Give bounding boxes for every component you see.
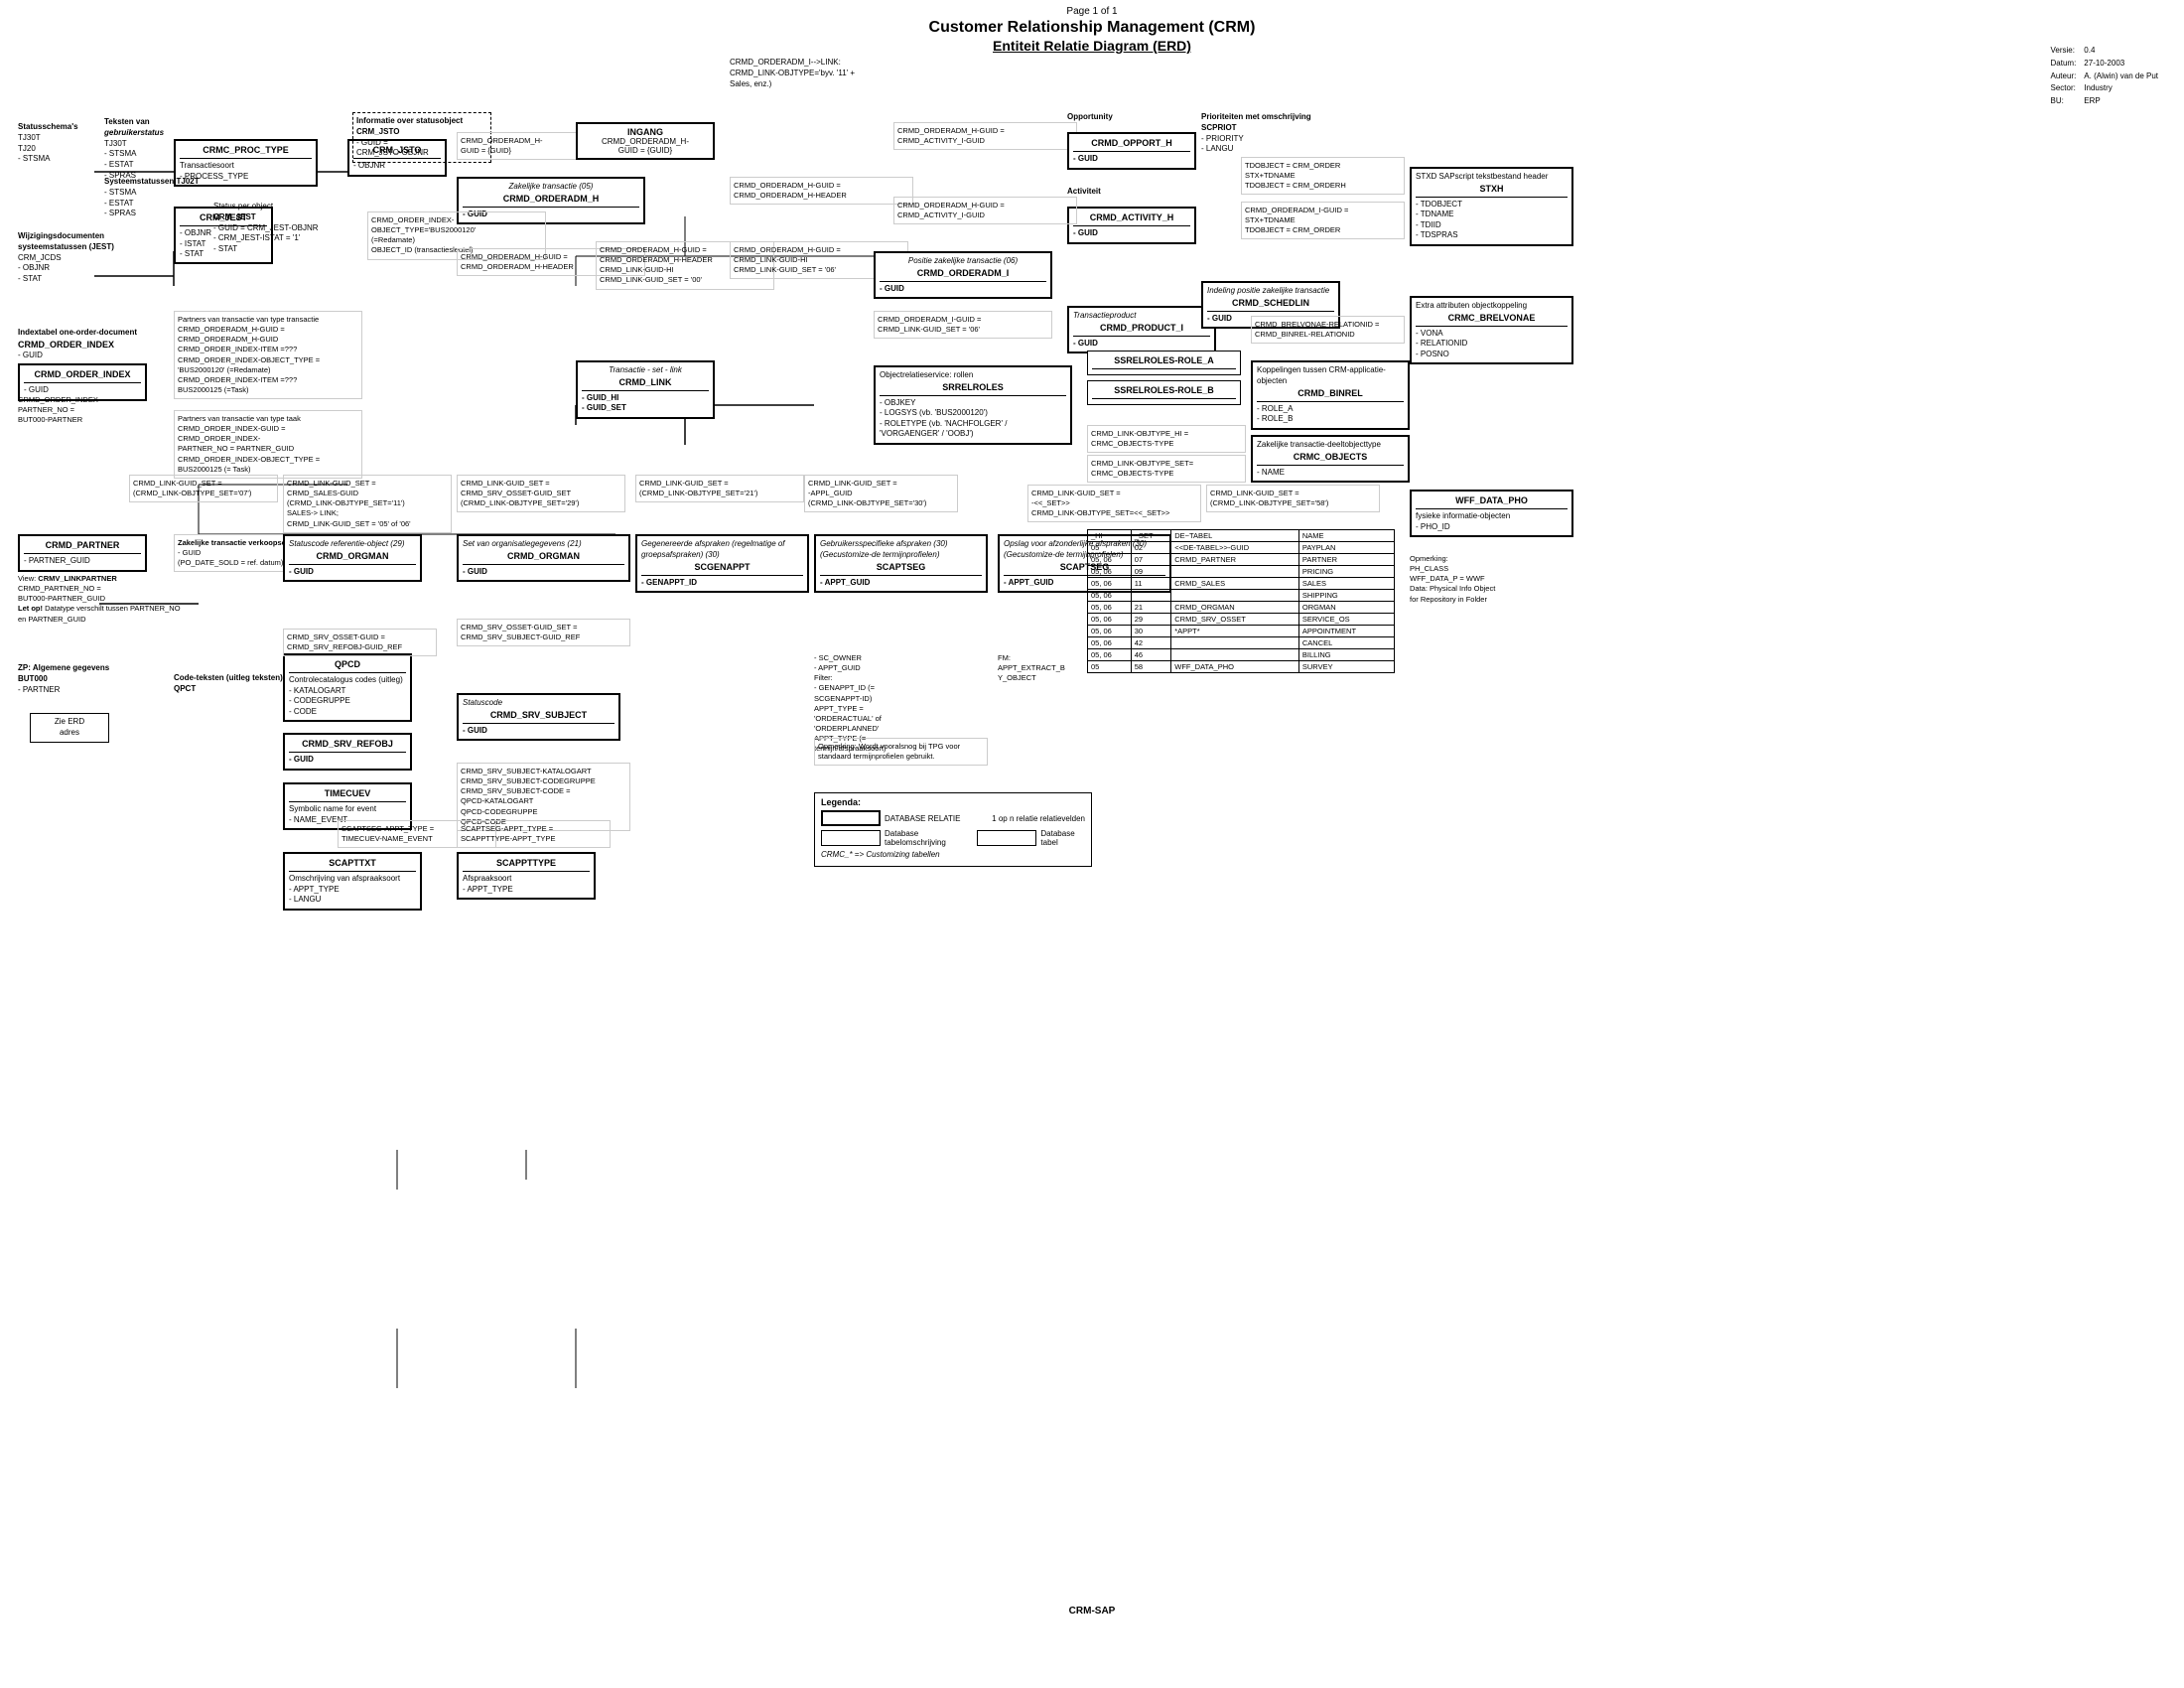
partners-transactie-note1: Partners van transactie van type transac…	[174, 311, 362, 399]
crmd-order-index-note: CRMD_ORDER_INDEX-PARTNER_NO =BUT000-PART…	[18, 395, 192, 425]
crmd-opport-h-box: CRMD_OPPORT_H - GUID	[1067, 132, 1196, 170]
crmd-link-objtype-hi: CRMD_LINK-OBJTYPE_HI =CRMC_OBJECTS-TYPE	[1087, 425, 1246, 453]
crmd-srv-osset-note2: CRMD_SRV_OSSET-GUID_SET =CRMD_SRV_SUBJEC…	[457, 619, 630, 646]
statuscode-refobj: Statuscode referentie-object (29) CRMD_O…	[283, 534, 422, 582]
scaptseg-standaard-note: Opmerking: Wordt vooralsnog bij TPG voor…	[814, 738, 988, 766]
main-title: Customer Relationship Management (CRM)	[0, 19, 2184, 37]
zie-erd-adres: Zie ERDadres	[30, 713, 109, 743]
partners-transactie-note2: Partners van transactie van type taak CR…	[174, 410, 362, 479]
ssrelroles-role-a-box: SSRELROLES-ROLE_A	[1087, 351, 1241, 375]
crmd-link-guid-hi-i-note: CRMD_ORDERADM_I-->LINK:CRMD_LINK-OBJTYPE…	[730, 58, 855, 89]
crmd-orderadm-i-guid-note: CRMD_ORDERADM_I-GUID =CRMD_LINK-GUID_SET…	[874, 311, 1052, 339]
view-crmv-note: View: CRMV_LINKPARTNER CRMD_PARTNER_NO =…	[18, 574, 182, 625]
set-organisatiegegevens: Set van organisatiegegevens (21) CRMD_OR…	[457, 534, 630, 582]
crmd-link-box: Transactie - set - link CRMD_LINK - GUID…	[576, 360, 715, 419]
prioriteiten-note: Prioriteiten met omschrijving SCPRIOT - …	[1201, 112, 1330, 155]
crmd-product-i-box: Transactieproduct CRMD_PRODUCT_I - GUID	[1067, 306, 1216, 353]
statusschema-note: Statusschema's TJ30T TJ20 - STSMA	[18, 122, 102, 165]
stxh-note1: TDOBJECT = CRM_ORDERSTX+TDNAMETDOBJECT =…	[1241, 157, 1405, 195]
crmd-oah-guid-central: CRMD_ORDERADM_H-GUID =CRMD_ORDERADM_H-HE…	[730, 177, 913, 205]
activiteit-note: Activiteit	[1067, 187, 1186, 198]
scapttxt-box: SCAPTTXT Omschrijving van afspraaksoort …	[283, 852, 422, 911]
stxh-box: STXD SAPscript tekstbestand header STXH …	[1410, 167, 1573, 246]
gebruikersspecifieke-afspraken-box: Gebruikersspecifieke afspraken (30) (Gec…	[814, 534, 988, 593]
legend-db-tabel	[977, 830, 1036, 846]
page-header: Page 1 of 1	[0, 0, 2184, 19]
crmc-brelvonae-box: Extra attributen objectkoppeling CRMC_BR…	[1410, 296, 1573, 364]
link-guid-set-11: CRMD_LINK-GUID_SET =CRMD_SALES-GUID(CRMD…	[283, 475, 452, 533]
crmd-link-set-58-note: CRMD_LINK-GUID_SET =(CRMD_LINK-OBJTYPE_S…	[1206, 485, 1380, 512]
diagram-area: Statusschema's TJ30T TJ20 - STSMA Tekste…	[0, 58, 2184, 1626]
scaptseg-scapttype-note: SCAPTSEG-APPT_TYPE =SCAPPTTYPE-APPT_TYPE	[457, 820, 611, 848]
crmd-link-set-note: CRMD_LINK-GUID_SET =-<<_SET>>CRMD_LINK-O…	[1027, 485, 1201, 522]
versie-label: Versie:	[2047, 45, 2081, 58]
crmd-oah-guid-top-right: CRMD_ORDERADM_H-GUID =CRMD_ACTIVITY_I-GU…	[893, 122, 1077, 150]
crmc-objects-box: Zakelijke transactie-deeltobjecttype CRM…	[1251, 435, 1410, 483]
page-footer: CRM-SAP	[1069, 1606, 1116, 1617]
crmd-activity-h-box: CRMD_ACTIVITY_H - GUID	[1067, 207, 1196, 244]
crmd-partner-box: CRMD_PARTNER - PARTNER_GUID	[18, 534, 147, 572]
code-teksten-note: Code-teksten (uitleg teksten) QPCT	[174, 673, 293, 695]
wijzigingsdocumenten: Wijzigingsdocumenten systeemstatussen (J…	[18, 231, 137, 285]
legend-db-omschrijving	[821, 830, 881, 846]
status-per-object: Status per object CRM_JEST - GUID = CRM_…	[213, 202, 342, 255]
link-guid-set-29: CRMD_LINK-GUID_SET =CRMD_SRV_OSSET-GUID_…	[457, 475, 625, 512]
crmd-link-objtype-set: CRMD_LINK-OBJTYPE_SET=CRMC_OBJECTS-TYPE	[1087, 455, 1246, 483]
opportunity-note: Opportunity	[1067, 112, 1186, 123]
qpcd-box: QPCD Controlecatalogus codes (uitleg) - …	[283, 653, 412, 722]
gegeneerde-afspraken-box: Gegenereerde afspraken (regelmatige of g…	[635, 534, 809, 593]
crmd-orderadm-i-box: Positie zakelijke transactie (06) CRMD_O…	[874, 251, 1052, 299]
zp-but000: ZP: Algemene gegevens BUT000 - PARTNER	[18, 663, 147, 695]
legend-row-3: CRMC_* => Customizing tabellen	[821, 850, 1085, 859]
wff-data-pho-note: Opmerking:PH_CLASSWFF_DATA_P = WWFData: …	[1410, 554, 1583, 605]
data-table: _HI_SETDE~TABELNAME 0502<<DE-TABEL>>-GUI…	[1087, 529, 1395, 673]
ssrelroles-role-b-box: SSRELROLES-ROLE_B	[1087, 380, 1241, 405]
legend-row-1: DATABASE RELATIE 1 op n relatie relatiev…	[821, 810, 1085, 826]
legend-row-2: Database tabelomschrijving Database tabe…	[821, 829, 1085, 847]
legend-box: Legenda: DATABASE RELATIE 1 op n relatie…	[814, 792, 1092, 867]
crmd-srv-osset-note: CRMD_SRV_OSSET-GUID =CRMD_SRV_REFOBJ-GUI…	[283, 629, 437, 656]
crmd-oah-activity-note: CRMD_ORDERADM_H-GUID =CRMD_ACTIVITY_I-GU…	[893, 197, 1077, 224]
scapttype-box: SCAPPTTYPE Afspraaksoort - APPT_TYPE	[457, 852, 596, 900]
crmc-brelvonae-note: CRMD_BRELVONAE-RELATIONID =CRMD_BINREL-R…	[1251, 316, 1405, 344]
versie-value: 0.4	[2080, 45, 2162, 58]
link-guid-set-21: CRMD_LINK-GUID_SET =(CRMD_LINK-OBJTYPE_S…	[635, 475, 804, 502]
wff-data-pho-box: WFF_DATA_PHO fysieke informatie-objecten…	[1410, 490, 1573, 537]
indextabel-note: Indextabel one-order-document CRMD_ORDER…	[18, 328, 137, 361]
legend-db-relatie	[821, 810, 881, 826]
crmd-srv-subject-box: Statuscode CRMD_SRV_SUBJECT - GUID	[457, 693, 620, 741]
crmd-binrel-box: Koppelingen tussen CRM-applicatie-object…	[1251, 360, 1410, 430]
link-guid-set-07: CRMD_LINK-GUID_SET =(CRMD_LINK-OBJTYPE_S…	[129, 475, 278, 502]
sub-title: Entiteit Relatie Diagram (ERD)	[0, 38, 2184, 54]
stxh-note2: CRMD_ORDERADM_I-GUID =STX+TDNAMETDOBJECT…	[1241, 202, 1405, 239]
srrelroles-box: Objectrelatieservice: rollen SRRELROLES …	[874, 365, 1072, 445]
ingang-box: INGANG CRMD_ORDERADM_H-GUID = {GUID}	[576, 122, 715, 160]
link-appl-guid: CRMD_LINK-GUID_SET =-APPL_GUID(CRMD_LINK…	[804, 475, 958, 512]
crmd-srv-refobj-box: CRMD_SRV_REFOBJ - GUID	[283, 733, 412, 771]
